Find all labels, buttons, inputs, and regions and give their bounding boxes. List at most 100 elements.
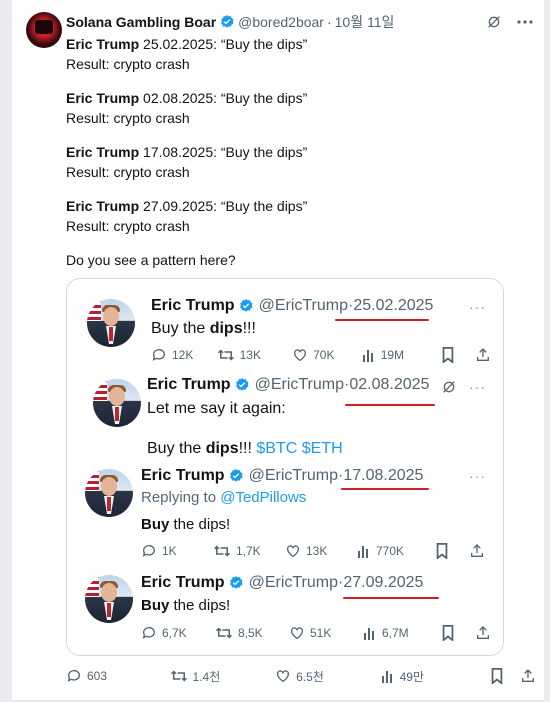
shot-date: 02.08.2025 — [349, 376, 430, 393]
red-underline — [343, 597, 439, 599]
quoted-statement: 27.09.2025: “Buy the dips” — [139, 198, 308, 214]
repost-icon — [170, 670, 187, 682]
share-icon[interactable] — [520, 668, 536, 684]
attached-image[interactable]: Eric Trump @EricTrump · 25.02.2025 ··· B… — [66, 278, 504, 656]
views-stat: 19M — [362, 348, 442, 362]
like-stat: 51K — [289, 625, 363, 641]
grok-icon — [443, 381, 455, 393]
repost-icon — [215, 627, 233, 639]
shot-body: Buy the dips! — [141, 597, 231, 614]
views-stat: 770K — [357, 544, 435, 558]
like-stat: 13K — [285, 543, 357, 559]
author-handle[interactable]: @bored2boar — [238, 14, 324, 30]
repost-count: 1.4천 — [192, 669, 221, 684]
shot-handle: @EricTrump — [248, 574, 339, 591]
shot-date: 25.02.2025 — [353, 297, 434, 314]
shot-author-name: Eric Trump — [151, 297, 235, 314]
eric-avatar — [85, 469, 133, 517]
shot-body: Buy the dips!!! — [151, 320, 256, 337]
share-icon — [477, 348, 490, 361]
shot-handle: @EricTrump — [248, 467, 339, 484]
shot-date: 17.08.2025 — [343, 467, 424, 484]
views-button[interactable]: 49만 — [381, 668, 491, 685]
quoted-name: Eric Trump — [66, 90, 140, 106]
quoted-name: Eric Trump — [66, 144, 140, 160]
shot-header: Eric Trump @EricTrump · 02.08.2025 — [147, 376, 429, 394]
repost-stat: 8,5K — [215, 625, 289, 641]
verified-badge-icon — [235, 378, 249, 391]
shot-author-name: Eric Trump — [147, 376, 231, 393]
shot-author-name: Eric Trump — [141, 574, 225, 591]
reply-context: Replying to @TedPillows — [141, 489, 307, 506]
quoted-name: Eric Trump — [66, 198, 140, 214]
post-date[interactable]: 10월 11일 — [335, 12, 395, 32]
author-avatar[interactable] — [26, 12, 62, 48]
share-icon — [471, 544, 483, 557]
views-stat: 6,7M — [363, 626, 441, 640]
views-icon — [358, 546, 368, 558]
shot-body: Buy the dips! — [141, 516, 231, 533]
more-options-icon: ··· — [469, 468, 486, 484]
shot-handle: @EricTrump — [258, 297, 349, 314]
reply-icon — [67, 670, 80, 682]
views-count: 49만 — [399, 669, 424, 684]
shot-actions: 1K 1,7K 13K 770K — [141, 543, 491, 559]
verified-badge-icon — [221, 15, 234, 28]
verified-badge-icon — [229, 576, 243, 589]
red-underline — [335, 319, 429, 321]
reply-stat: 1K — [141, 543, 213, 559]
red-underline — [345, 404, 435, 406]
eric-avatar — [93, 379, 141, 427]
reply-stat: 6,7K — [141, 625, 215, 641]
like-count: 6.5천 — [296, 669, 324, 684]
repost-stat: 13K — [217, 347, 293, 363]
verified-badge-icon — [239, 299, 253, 312]
like-button[interactable]: 6.5천 — [275, 668, 381, 685]
reply-button[interactable]: 603 — [66, 668, 170, 684]
shot-body: Buy the dips!!! $BTC $ETH — [147, 440, 343, 457]
shot-handle: @EricTrump — [254, 376, 345, 393]
quoted-statement: 17.08.2025: “Buy the dips” — [139, 144, 308, 160]
views-icon — [381, 671, 392, 683]
quoted-statement: 02.08.2025: “Buy the dips” — [139, 90, 308, 106]
post-paragraph: Eric Trump 27.09.2025: “Buy the dips” Re… — [66, 196, 526, 236]
quoted-name: Eric Trump — [66, 36, 140, 52]
heart-icon — [291, 627, 303, 640]
eric-avatar — [87, 299, 135, 347]
post-card: Solana Gambling Boar @bored2boar · 10월 1… — [12, 0, 544, 700]
views-icon — [362, 350, 373, 362]
bookmark-icon — [442, 347, 454, 363]
reply-count: 603 — [87, 669, 108, 683]
author-name[interactable]: Solana Gambling Boar — [66, 14, 216, 30]
bookmark-icon — [442, 625, 454, 641]
post-paragraph: Eric Trump 02.08.2025: “Buy the dips” Re… — [66, 88, 526, 128]
shot-actions: 6,7K 8,5K 51K 6,7M — [141, 625, 491, 641]
post-header: Solana Gambling Boar @bored2boar · 10월 1… — [66, 12, 534, 32]
views-icon — [364, 628, 374, 640]
heart-icon — [294, 349, 307, 362]
post-paragraph: Eric Trump 25.02.2025: “Buy the dips” Re… — [66, 34, 526, 74]
repost-button[interactable]: 1.4천 — [170, 668, 276, 685]
more-options-icon[interactable] — [516, 14, 534, 30]
reply-icon — [142, 545, 155, 557]
share-icon — [477, 626, 489, 639]
shot-header: Eric Trump @EricTrump · 27.09.2025 — [141, 574, 423, 592]
result-line: Result: crypto crash — [66, 218, 190, 234]
grok-icon[interactable] — [486, 14, 502, 30]
shot-author-name: Eric Trump — [141, 467, 225, 484]
shot-body: Let me say it again: — [147, 400, 286, 417]
reply-icon — [152, 349, 165, 361]
eric-avatar — [85, 575, 133, 623]
more-options-icon: ··· — [469, 299, 486, 315]
result-line: Result: crypto crash — [66, 56, 190, 72]
heart-icon — [287, 545, 299, 558]
repost-icon — [217, 349, 234, 361]
heart-icon — [277, 670, 290, 683]
bookmark-icon — [436, 543, 448, 559]
like-stat: 70K — [292, 347, 362, 363]
reply-icon — [142, 627, 155, 639]
bookmark-icon[interactable] — [490, 668, 504, 684]
shot-date: 27.09.2025 — [343, 574, 424, 591]
red-underline — [341, 488, 429, 490]
reply-stat: 12K — [151, 347, 217, 363]
